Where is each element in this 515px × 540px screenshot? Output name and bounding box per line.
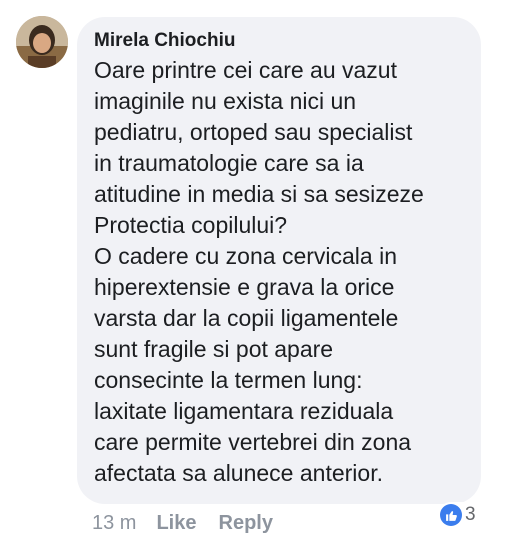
comment-text-line: O cadere cu zona cervicala in	[94, 243, 397, 269]
comment-text-line: sunt fragile si pot apare	[94, 336, 334, 362]
avatar-photo	[16, 16, 68, 68]
comment-text-line: hiperextensie e grava la orice	[94, 274, 395, 300]
avatar[interactable]	[16, 16, 68, 68]
comment-text-line: afectata sa alunece anterior.	[94, 460, 383, 486]
comment-text: Oare printre cei care au vazut imaginile…	[94, 55, 465, 489]
reaction-count: 3	[465, 504, 476, 525]
comment-text-line: imaginile nu exista nici un	[94, 88, 357, 114]
comment-text-line: in traumatologie care sa ia	[94, 150, 364, 176]
comment-actions: 13 m Like Reply	[92, 510, 295, 536]
comment-bubble: Mirela Chiochiu Oare printre cei care au…	[77, 17, 481, 504]
like-button[interactable]: Like	[156, 512, 196, 535]
reply-button[interactable]: Reply	[219, 512, 273, 535]
comment-text-line: varsta dar la copii ligamentele	[94, 305, 399, 331]
reaction-summary[interactable]: 3	[438, 502, 480, 528]
timestamp[interactable]: 13 m	[92, 512, 136, 535]
comment-text-line: laxitate ligamentara reziduala	[94, 398, 394, 424]
comment-text-line: Oare printre cei care au vazut	[94, 57, 397, 83]
comment-text-line: Protectia copilului?	[94, 212, 288, 238]
thumbs-up-icon	[440, 504, 462, 526]
comment-author[interactable]: Mirela Chiochiu	[94, 29, 465, 53]
comment-text-line: pediatru, ortoped sau specialist	[94, 119, 413, 145]
comment-text-line: care permite vertebrei din zona	[94, 429, 412, 455]
comment-text-line: consecinte la termen lung:	[94, 367, 363, 393]
comment-text-line: atitudine in media si sa sesizeze	[94, 181, 424, 207]
